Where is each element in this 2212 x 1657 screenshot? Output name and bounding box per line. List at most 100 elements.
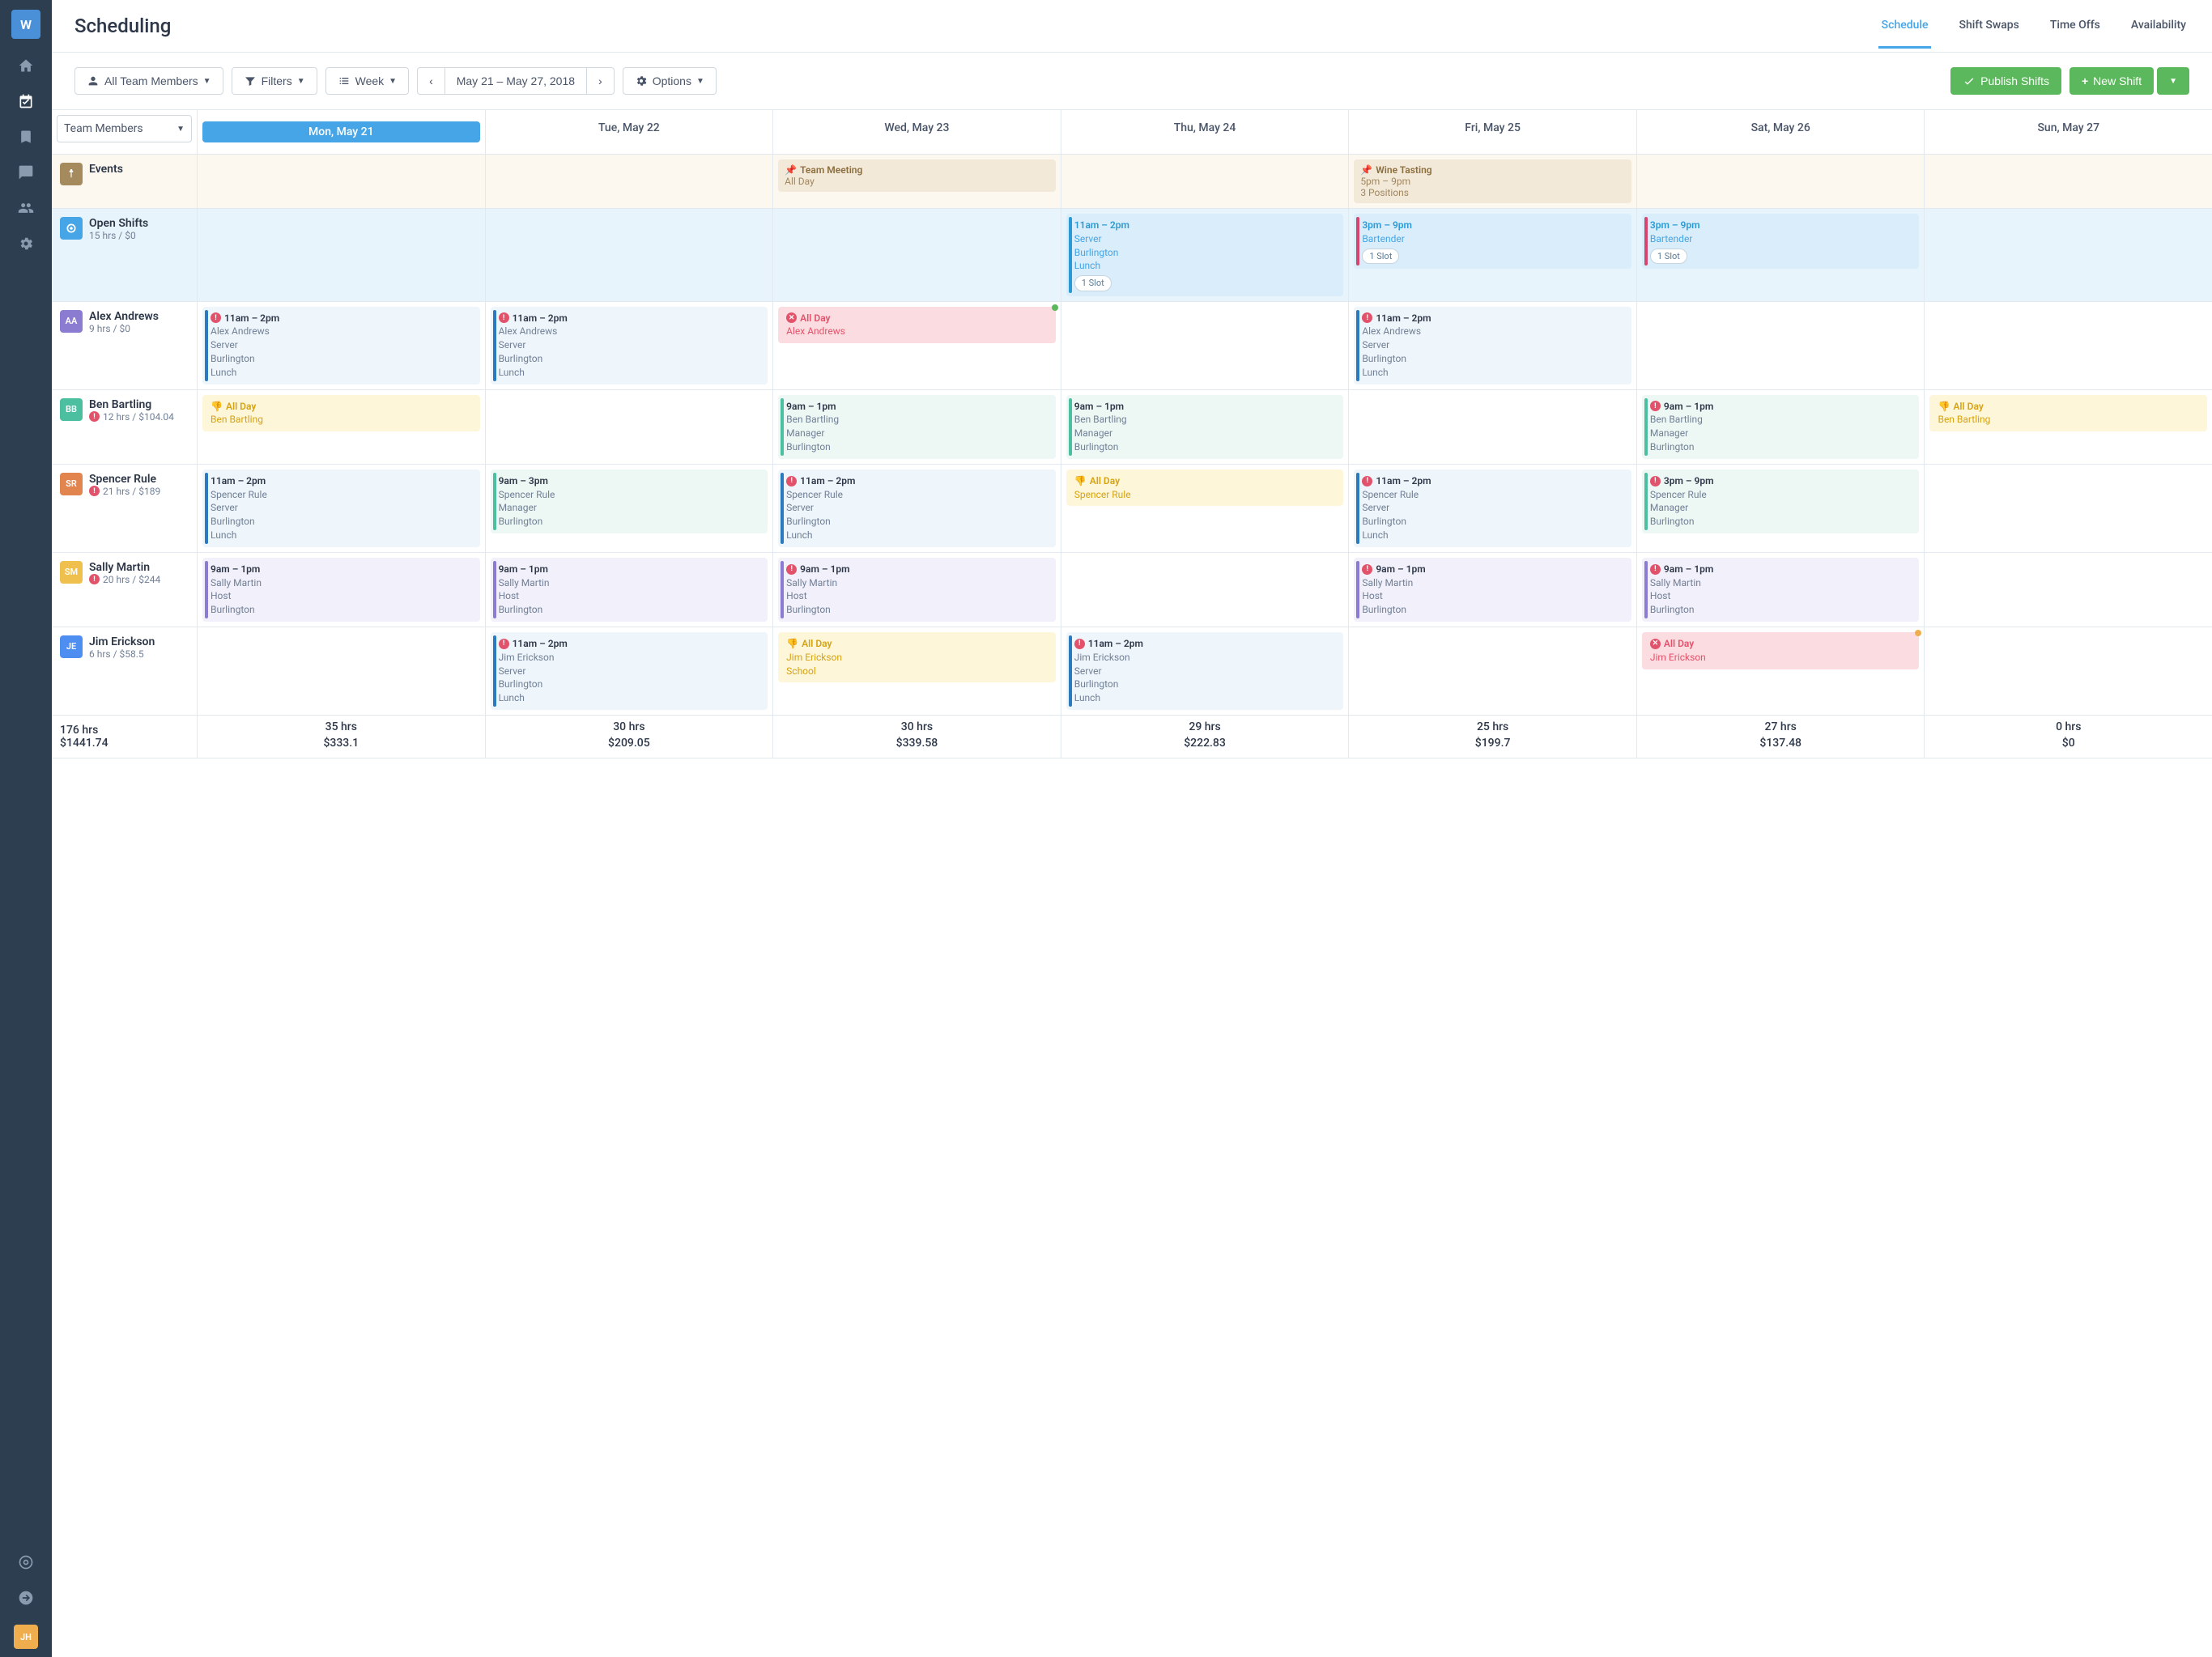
- shift-card[interactable]: 9am – 3pmSpencer RuleManagerBurlington: [491, 469, 768, 533]
- user-avatar[interactable]: JH: [14, 1625, 38, 1649]
- shift-card[interactable]: ! 11am – 2pmJim EricksonServerBurlington…: [1066, 632, 1344, 710]
- person-avatar[interactable]: BB: [60, 398, 83, 421]
- day-header[interactable]: Tue, May 22: [486, 110, 774, 154]
- shift-card[interactable]: 👎 All DaySpencer Rule: [1066, 469, 1344, 507]
- publish-button[interactable]: Publish Shifts: [1950, 67, 2061, 95]
- cell[interactable]: 👎 All DayBen Bartling: [198, 390, 486, 464]
- cell[interactable]: [1925, 627, 2212, 715]
- shift-card[interactable]: ! 3pm – 9pmSpencer RuleManagerBurlington: [1642, 469, 1920, 533]
- shift-card[interactable]: 3pm – 9pm Bartender 1 Slot: [1354, 214, 1631, 269]
- shift-card[interactable]: 9am – 1pmSally MartinHostBurlington: [202, 558, 480, 622]
- group-selector[interactable]: Team Members ▼: [57, 115, 192, 142]
- cell[interactable]: [1925, 553, 2212, 627]
- person-avatar[interactable]: AA: [60, 310, 83, 333]
- cell[interactable]: ! 11am – 2pmJim EricksonServerBurlington…: [1061, 627, 1350, 715]
- options-dropdown[interactable]: Options ▼: [623, 67, 717, 95]
- cell[interactable]: ! 3pm – 9pmSpencer RuleManagerBurlington: [1637, 465, 1925, 552]
- cell[interactable]: ! 9am – 1pmSally MartinHostBurlington: [1349, 553, 1637, 627]
- cell[interactable]: ! 11am – 2pmAlex AndrewsServerBurlington…: [198, 302, 486, 389]
- cell[interactable]: 👎 All DayJim EricksonSchool: [773, 627, 1061, 715]
- cell[interactable]: 9am – 1pmBen BartlingManagerBurlington: [1061, 390, 1350, 464]
- new-shift-dropdown[interactable]: ▼: [2157, 67, 2189, 95]
- cell[interactable]: 👎 All DaySpencer Rule: [1061, 465, 1350, 552]
- shift-card[interactable]: 11am – 2pm Server Burlington Lunch 1 Slo…: [1066, 214, 1344, 296]
- cell[interactable]: 📌Team Meeting All Day: [773, 155, 1061, 208]
- event-card[interactable]: 📌Wine Tasting 5pm – 9pm 3 Positions: [1354, 159, 1631, 203]
- shift-card[interactable]: ! 9am – 1pmSally MartinHostBurlington: [778, 558, 1056, 622]
- cell[interactable]: 3pm – 9pm Bartender 1 Slot: [1637, 209, 1925, 301]
- day-header[interactable]: Wed, May 23: [773, 110, 1061, 154]
- cell[interactable]: 3pm – 9pm Bartender 1 Slot: [1349, 209, 1637, 301]
- settings-icon[interactable]: [17, 235, 35, 253]
- shift-card[interactable]: 9am – 1pmBen BartlingManagerBurlington: [778, 395, 1056, 459]
- cell[interactable]: [773, 209, 1061, 301]
- tab-schedule[interactable]: Schedule: [1878, 19, 1932, 49]
- day-header[interactable]: Sat, May 26: [1637, 110, 1925, 154]
- filters-dropdown[interactable]: Filters ▼: [232, 67, 317, 95]
- shift-card[interactable]: ! 9am – 1pmSally MartinHostBurlington: [1354, 558, 1631, 622]
- cell[interactable]: [486, 390, 774, 464]
- cell[interactable]: ! 11am – 2pmAlex AndrewsServerBurlington…: [1349, 302, 1637, 389]
- logout-icon[interactable]: [17, 1589, 35, 1607]
- date-range-button[interactable]: May 21 – May 27, 2018: [445, 67, 587, 95]
- cell[interactable]: [1637, 155, 1925, 208]
- tab-shift-swaps[interactable]: Shift Swaps: [1955, 19, 2022, 49]
- cell[interactable]: [1925, 465, 2212, 552]
- cell[interactable]: [1925, 302, 2212, 389]
- home-icon[interactable]: [17, 57, 35, 74]
- cell[interactable]: 📌Wine Tasting 5pm – 9pm 3 Positions: [1349, 155, 1637, 208]
- cell[interactable]: [1061, 302, 1350, 389]
- help-icon[interactable]: [17, 1553, 35, 1571]
- cell[interactable]: ✕ All DayAlex Andrews: [773, 302, 1061, 389]
- shift-card[interactable]: ! 11am – 2pmAlex AndrewsServerBurlington…: [1354, 307, 1631, 385]
- person-name[interactable]: Sally Martin: [89, 561, 160, 574]
- person-avatar[interactable]: JE: [60, 635, 83, 658]
- bookmark-icon[interactable]: [17, 128, 35, 146]
- chat-icon[interactable]: [17, 164, 35, 181]
- shift-card[interactable]: ! 11am – 2pmSpencer RuleServerBurlington…: [778, 469, 1056, 547]
- person-avatar[interactable]: SM: [60, 561, 83, 584]
- cell[interactable]: [1925, 209, 2212, 301]
- cell[interactable]: ! 9am – 1pmSally MartinHostBurlington: [773, 553, 1061, 627]
- cell[interactable]: ! 11am – 2pmJim EricksonServerBurlington…: [486, 627, 774, 715]
- view-dropdown[interactable]: Week ▼: [325, 67, 409, 95]
- cell[interactable]: [1925, 155, 2212, 208]
- cell[interactable]: [1637, 302, 1925, 389]
- day-header[interactable]: Mon, May 21: [198, 110, 486, 154]
- cell[interactable]: ! 9am – 1pmSally MartinHostBurlington: [1637, 553, 1925, 627]
- person-avatar[interactable]: SR: [60, 473, 83, 495]
- person-name[interactable]: Alex Andrews: [89, 310, 159, 323]
- schedule-icon[interactable]: [17, 92, 35, 110]
- cell[interactable]: 9am – 1pmSally MartinHostBurlington: [198, 553, 486, 627]
- team-icon[interactable]: [17, 199, 35, 217]
- day-header[interactable]: Thu, May 24: [1061, 110, 1350, 154]
- shift-card[interactable]: ! 11am – 2pmAlex AndrewsServerBurlington…: [202, 307, 480, 385]
- cell[interactable]: ✕ All DayJim Erickson: [1637, 627, 1925, 715]
- event-card[interactable]: 📌Team Meeting All Day: [778, 159, 1056, 192]
- cell[interactable]: [1349, 390, 1637, 464]
- day-header[interactable]: Fri, May 25: [1349, 110, 1637, 154]
- day-header[interactable]: Sun, May 27: [1925, 110, 2212, 154]
- shift-card[interactable]: 9am – 1pmSally MartinHostBurlington: [491, 558, 768, 622]
- cell[interactable]: ! 11am – 2pmSpencer RuleServerBurlington…: [1349, 465, 1637, 552]
- shift-card[interactable]: 👎 All DayBen Bartling: [1929, 395, 2207, 432]
- shift-card[interactable]: 👎 All DayBen Bartling: [202, 395, 480, 432]
- shift-card[interactable]: ! 11am – 2pmSpencer RuleServerBurlington…: [1354, 469, 1631, 547]
- cell[interactable]: [486, 155, 774, 208]
- next-button[interactable]: ›: [587, 67, 615, 95]
- cell[interactable]: 11am – 2pm Server Burlington Lunch 1 Slo…: [1061, 209, 1350, 301]
- cell[interactable]: [198, 209, 486, 301]
- tab-time-offs[interactable]: Time Offs: [2047, 19, 2104, 49]
- cell[interactable]: [198, 627, 486, 715]
- person-name[interactable]: Spencer Rule: [89, 473, 160, 486]
- cell[interactable]: [1061, 553, 1350, 627]
- person-name[interactable]: Ben Bartling: [89, 398, 174, 411]
- cell[interactable]: ! 9am – 1pmBen BartlingManagerBurlington: [1637, 390, 1925, 464]
- cell[interactable]: [1061, 155, 1350, 208]
- shift-card[interactable]: 11am – 2pmSpencer RuleServerBurlingtonLu…: [202, 469, 480, 547]
- tab-availability[interactable]: Availability: [2128, 19, 2189, 49]
- shift-card[interactable]: 👎 All DayJim EricksonSchool: [778, 632, 1056, 682]
- app-logo[interactable]: W: [11, 10, 40, 39]
- cell[interactable]: ! 11am – 2pmSpencer RuleServerBurlington…: [773, 465, 1061, 552]
- cell[interactable]: 9am – 1pmSally MartinHostBurlington: [486, 553, 774, 627]
